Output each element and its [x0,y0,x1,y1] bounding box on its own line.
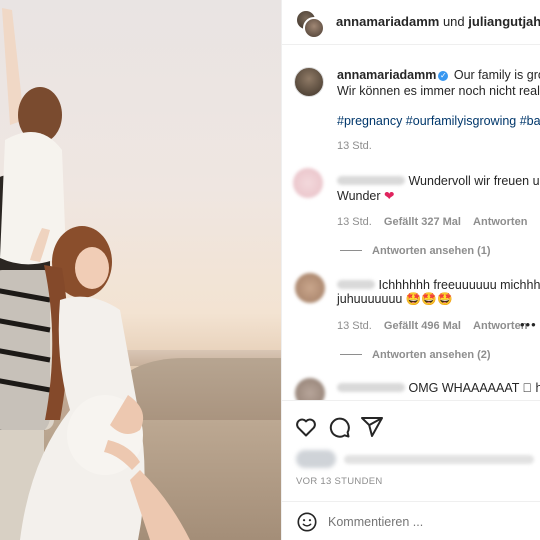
more-icon[interactable]: ••• [520,317,537,332]
emoji-icon[interactable] [296,511,318,533]
comment-meta: 13 Std. Gefällt 327 Mal Antworten [337,216,536,228]
caption-hashtags[interactable]: #pregnancy #ourfamilyisgrowing #baby [337,114,540,128]
likes-summary[interactable] [296,450,536,470]
collab-avatars[interactable] [295,9,325,39]
caption-time[interactable]: 13 Std. [337,140,372,152]
comment-text: juhuuuuuuu [337,292,403,306]
comment-time[interactable]: 13 Std. [337,216,372,228]
likes-text-blurred [344,455,534,464]
post-date[interactable]: VOR 13 STUNDEN [296,476,383,487]
comment-line: Ichhhhhh freeuuuuuu michhh [337,278,540,292]
collab-separator: und [442,14,465,29]
comment-meta: 13 Std. Gefällt 496 Mal Antworten [337,320,536,332]
reply-button[interactable]: Antworten [473,216,527,228]
collab-usernames: annamariadamm und juliangutjahr [336,14,540,29]
comment-time[interactable]: 13 Std. [337,320,372,332]
heart-emoji: ❤ [384,189,395,203]
star-struck-emoji: 🤩🤩🤩 [405,292,453,306]
post-side-panel: annamariadamm und juliangutjahr annamari… [281,0,540,540]
comment-username-blurred[interactable] [337,383,405,392]
comment-text: OMG WHAAAAAAT ⃞ he [408,381,540,395]
comment-text: Wunder [337,189,381,203]
replies-divider [340,250,362,251]
username-link[interactable]: annamariadamm [336,14,439,29]
view-replies-label: Antworten ansehen (2) [372,349,491,361]
add-comment-bar [282,501,540,540]
comments-scroll-area[interactable]: annamariadamm✓ Our family is growing Wir… [282,45,540,400]
comment-line-2: juhuuuuuuu 🤩🤩🤩 [337,292,453,307]
comment-text: Wundervoll wir freuen un [408,174,540,188]
share-icon[interactable] [360,415,384,439]
caption-username[interactable]: annamariadamm [337,68,436,82]
comment-text: Ichhhhhh freeuuuuuu michhh [378,278,540,292]
avatar[interactable] [294,67,324,97]
comment-likes[interactable]: Gefällt 327 Mal [384,216,461,228]
comment-likes[interactable]: Gefällt 496 Mal [384,320,461,332]
caption-text-2: Wir können es immer noch nicht realisie [337,84,540,98]
post-photo[interactable] [0,0,281,540]
view-replies-button[interactable]: Antworten ansehen (1) [340,245,491,257]
comment-line-2: Wunder ❤ [337,188,395,203]
heart-icon[interactable] [294,415,318,439]
avatar[interactable] [303,17,325,39]
avatar[interactable] [293,168,323,198]
caption-text: Our family is growing [453,68,540,82]
comment-username-blurred[interactable] [337,176,405,185]
verified-icon: ✓ [438,71,449,81]
replies-divider [340,354,362,355]
liker-avatars [296,450,336,468]
instagram-post-view: annamariadamm und juliangutjahr annamari… [0,0,540,540]
comment-input[interactable] [328,515,528,529]
avatar[interactable] [295,378,325,400]
comment-username-blurred[interactable] [337,280,375,289]
comment-line: Wundervoll wir freuen un [337,174,540,188]
comment-icon[interactable] [327,415,351,439]
username-link[interactable]: juliangutjahr [468,14,540,29]
view-replies-button[interactable]: Antworten ansehen (2) [340,349,491,361]
avatar[interactable] [295,273,325,303]
post-header: annamariadamm und juliangutjahr [282,0,540,45]
photo-people [0,8,190,540]
comment-line: OMG WHAAAAAAT ⃞ he [337,381,540,395]
caption-line: annamariadamm✓ Our family is growing [337,68,540,82]
view-replies-label: Antworten ansehen (1) [372,245,491,257]
post-actions: VOR 13 STUNDEN [282,400,540,540]
